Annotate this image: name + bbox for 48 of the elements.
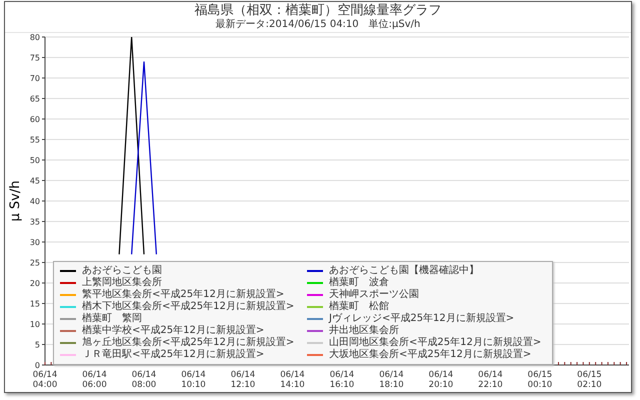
axis-tick-label: 70 (30, 74, 40, 83)
chart-subtitle: 最新データ:2014/06/15 04:10 単位:μSv/h (214, 19, 422, 31)
axis-tick-label: 75 (30, 54, 40, 62)
axis-tick-label: 40 (30, 197, 40, 206)
axis-tick-label: 06/14 10:10 (181, 370, 206, 390)
axis-tick-label: 06/15 00:10 (528, 370, 552, 390)
axis-tick-label: 30 (30, 238, 40, 247)
legend-label: Jヴィレッジ<平成25年12月に新規設置> (329, 313, 514, 324)
axis-tick-label: 25 (30, 258, 40, 268)
axis-tick-label: 35 (30, 218, 40, 226)
legend-label: 楢葉町 繁岡 (82, 313, 142, 324)
legend-label: 天神岬スポーツ公園 (329, 289, 419, 300)
legend-label: ＪＲ竜田駅<平成25年12月に新規設置> (82, 349, 264, 361)
axis-tick-label: 0 (34, 361, 40, 370)
axis-tick-label: 06/14 12:10 (230, 370, 256, 390)
legend-label: あおぞらこども園【機器確認中】 (329, 265, 479, 276)
legend-label: 山田岡地区集会所<平成25年12月に新規設置> (329, 337, 542, 348)
axis-tick-label: 15 (30, 300, 40, 308)
legend-label: 繁平地区集会所<平成25年12月に新規設置> (82, 289, 284, 300)
axis-tick-label: 45 (30, 176, 40, 186)
legend-label: 楢葉町 波倉 (329, 277, 389, 288)
legend-label: 大坂地区集会所<平成25年12月に新規設置> (329, 349, 532, 361)
axis-tick-label: 20 (30, 279, 40, 288)
legend-label: あおぞらこども園 (82, 265, 162, 276)
axis-tick-label: 06/15 02:10 (577, 370, 602, 390)
legend-label: 井出地区集会所 (329, 325, 399, 336)
legend-label: 楢葉町 松館 (329, 301, 389, 313)
axis-tick-label: 06/14 06:00 (82, 370, 107, 390)
axis-tick-label: 5 (34, 340, 40, 350)
chart-title: 福島県（相双：楢葉町）空間線量率グラフ (194, 3, 442, 18)
legend-label: 旭ヶ丘地区集会所<平成25年12月に新規設置> (82, 337, 294, 348)
legend-label: 上繁岡地区集会所 (82, 277, 162, 288)
axis-tick-label: 06/14 16:10 (330, 370, 354, 390)
axis-tick-label: 06/14 20:10 (428, 370, 454, 390)
legend-label: 楢木下地区集会所<平成25年12月に新規設置> (82, 301, 294, 312)
axis-tick-label: 55 (30, 136, 40, 144)
axis-tick-label: 06/14 18:10 (379, 370, 404, 390)
axis-tick-label: 65 (30, 94, 40, 104)
axis-tick-label: 06/14 08:00 (132, 370, 156, 390)
legend-label: 楢葉中学校<平成25年12月に新規設置> (82, 325, 264, 336)
axis-tick-label: 60 (30, 115, 40, 124)
axis-tick-label: 06/14 22:10 (478, 370, 503, 390)
y-axis-title: μ Sv/h (8, 180, 23, 222)
axis-tick-label: 06/14 04:00 (32, 370, 58, 390)
axis-tick-label: 80 (30, 33, 40, 42)
axis-tick-label: 10 (30, 320, 40, 329)
axis-tick-label: 50 (30, 156, 40, 165)
axis-tick-label: 06/14 14:10 (280, 370, 305, 390)
